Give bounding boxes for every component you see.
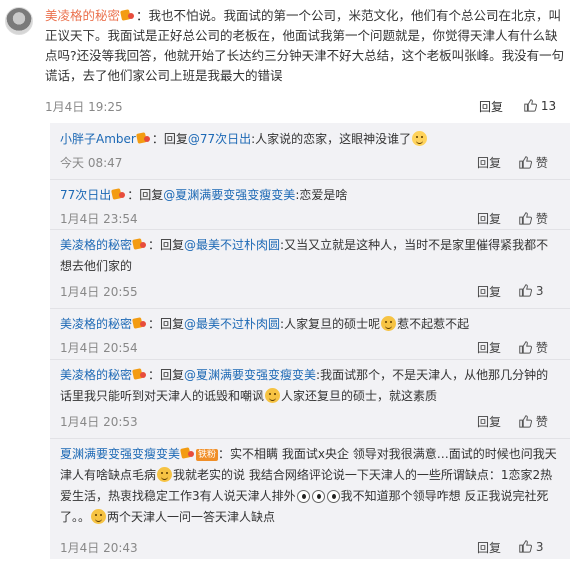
like-label: 赞 [535,212,548,226]
reply-time: 今天 08:47 [60,156,123,170]
like-button[interactable]: 赞 [518,413,560,430]
smile-emoji-icon [381,316,397,331]
thumb-up-icon [518,340,532,354]
vip-badge-icon [133,368,147,380]
reply-button[interactable]: 回复 [477,539,501,556]
comment-username[interactable]: 美凌格的秘密 [45,8,120,23]
mention-link[interactable]: @最美不过朴肉圆 [184,317,280,331]
vip-badge-icon [137,132,151,144]
like-button[interactable]: 13 [523,98,567,113]
like-button[interactable]: 赞 [518,210,560,227]
reply-meta: 今天 08:47 回复 赞 [60,154,560,172]
reply-item: 小胖子Amber ：回复@77次日出:人家说的恋家，这眼神没谁了今天 08:47 回… [50,123,570,179]
idol-emoji-icon [412,131,428,146]
comment-time: 1月4日 19:25 [45,100,123,114]
like-label: 赞 [535,341,548,355]
vip-badge-icon [181,447,195,459]
reply-item: 夏渊满要变强变瘦变美 铁粉 ：实不相瞒 我面试x央企 领导对我很满意…面试的时候也问… [50,438,570,559]
reply-item: 77次日出 ：回复@夏渊满要变强变瘦变美:恋爱是啥 1月4日 23:54 回复 赞 [50,179,570,229]
reply-text: ：回复 [127,188,164,202]
reply-username[interactable]: 夏渊满要变强变瘦变美 [60,447,180,461]
reply-username[interactable]: 美凌格的秘密 [60,368,132,382]
reply-button[interactable]: 回复 [479,98,503,115]
main-comment: 美凌格的秘密 ：我也不怕说。我面试的第一个公司，米范文化，他们有个总公司在北京，叫… [0,0,577,120]
avatar[interactable] [5,7,33,35]
reply-time: 1月4日 20:53 [60,415,138,429]
reply-button[interactable]: 回复 [477,210,501,227]
like-count: 13 [540,99,557,113]
reply-username[interactable]: 77次日出 [60,188,111,202]
thumb-up-icon [518,414,532,428]
mention-link[interactable]: @夏渊满要变强变瘦变美 [184,368,316,382]
reply-item: 美凌格的秘密 ：回复@最美不过朴肉圆:又当又立就是这种人，当时不是家里催得紧我都不… [50,229,570,308]
fan-badge: 铁粉 [196,449,219,461]
smile-emoji-icon [91,509,107,524]
like-label: 赞 [535,156,548,170]
reply-body: 77次日出 ：回复@夏渊满要变强变瘦变美:恋爱是啥 [60,185,560,206]
reply-body: 美凌格的秘密 ：回复@最美不过朴肉圆:人家复旦的硕士呢 惹不起惹不起 [60,314,560,335]
reply-meta: 1月4日 20:55 回复 3 [60,283,560,301]
comment-meta: 1月4日 19:25 回复 13 [45,98,567,116]
smile-emoji-icon [157,467,173,482]
staring-eyes-emoji-icon [326,490,340,503]
reply-meta: 1月4日 20:43 回复 3 [60,539,560,557]
reply-text: ：回复 [148,368,185,382]
reply-button[interactable]: 回复 [477,339,501,356]
like-button[interactable]: 赞 [518,339,560,356]
thumb-up-icon [518,539,532,553]
reply-username[interactable]: 美凌格的秘密 [60,317,132,331]
smile-emoji-icon [265,388,281,403]
mention-link[interactable]: @77次日出 [188,132,251,146]
reply-body: 小胖子Amber ：回复@77次日出:人家说的恋家，这眼神没谁了 [60,129,560,150]
reply-meta: 1月4日 20:54 回复 赞 [60,339,560,357]
reply-text: ：回复 [148,238,185,252]
replies-panel: 小胖子Amber ：回复@77次日出:人家说的恋家，这眼神没谁了 今天 08:47 回… [50,123,570,559]
reply-item: 美凌格的秘密 ：回复@最美不过朴肉圆:人家复旦的硕士呢 惹不起惹不起 1月4日 20:… [50,308,570,359]
reply-time: 1月4日 20:54 [60,341,138,355]
reply-text: 惹不起惹不起 [397,317,470,331]
reply-text: 人家还复旦的硕士，就这素质 [281,389,438,403]
reply-username[interactable]: 美凌格的秘密 [60,238,132,252]
like-label: 赞 [535,415,548,429]
staring-eyes-emoji-icon [311,490,325,503]
like-button[interactable]: 3 [518,283,560,298]
reply-button[interactable]: 回复 [477,413,501,430]
thumb-up-icon [518,283,532,297]
staring-eyes-emoji-icon [296,490,310,503]
reply-item: 美凌格的秘密 ：回复@夏渊满要变强变瘦变美:我面试那个，不是天津人，从他那几分钟的… [50,359,570,438]
reply-text: 两个天津人一问一答天津人缺点 [107,510,276,524]
reply-meta: 1月4日 20:53 回复 赞 [60,413,560,431]
reply-body: 美凌格的秘密 ：回复@夏渊满要变强变瘦变美:我面试那个，不是天津人，从他那几分钟的… [60,365,560,407]
reply-text: ：回复 [148,317,185,331]
thumb-up-icon [518,155,532,169]
reply-time: 1月4日 23:54 [60,212,138,226]
like-button[interactable]: 赞 [518,154,560,171]
comment-body: 美凌格的秘密 ：我也不怕说。我面试的第一个公司，米范文化，他们有个总公司在北京，叫… [45,6,565,86]
vip-badge-icon [133,238,147,250]
reply-button[interactable]: 回复 [477,154,501,171]
reply-button[interactable]: 回复 [477,283,501,300]
reply-body: 美凌格的秘密 ：回复@最美不过朴肉圆:又当又立就是这种人，当时不是家里催得紧我都不… [60,235,560,277]
like-label: 3 [535,284,544,298]
reply-username[interactable]: 小胖子Amber [60,132,136,146]
reply-time: 1月4日 20:43 [60,541,138,555]
reply-meta: 1月4日 23:54 回复 赞 [60,210,560,228]
reply-text: :恋爱是啥 [295,188,348,202]
thumb-up-icon [523,98,537,112]
like-label: 3 [535,540,544,554]
mention-link[interactable]: @夏渊满要变强变瘦变美 [163,188,295,202]
vip-badge-icon [133,317,147,329]
reply-text: ：回复 [151,132,188,146]
mention-link[interactable]: @最美不过朴肉圆 [184,238,280,252]
reply-text: :人家复旦的硕士呢 [280,317,381,331]
reply-body: 夏渊满要变强变瘦变美 铁粉 ：实不相瞒 我面试x央企 领导对我很满意…面试的时候也问… [60,444,560,528]
reply-time: 1月4日 20:55 [60,285,138,299]
vip-badge-icon [112,188,126,200]
vip-badge-icon [121,9,135,21]
thumb-up-icon [518,211,532,225]
like-button[interactable]: 3 [518,539,560,554]
reply-text: :人家说的恋家，这眼神没谁了 [251,132,412,146]
